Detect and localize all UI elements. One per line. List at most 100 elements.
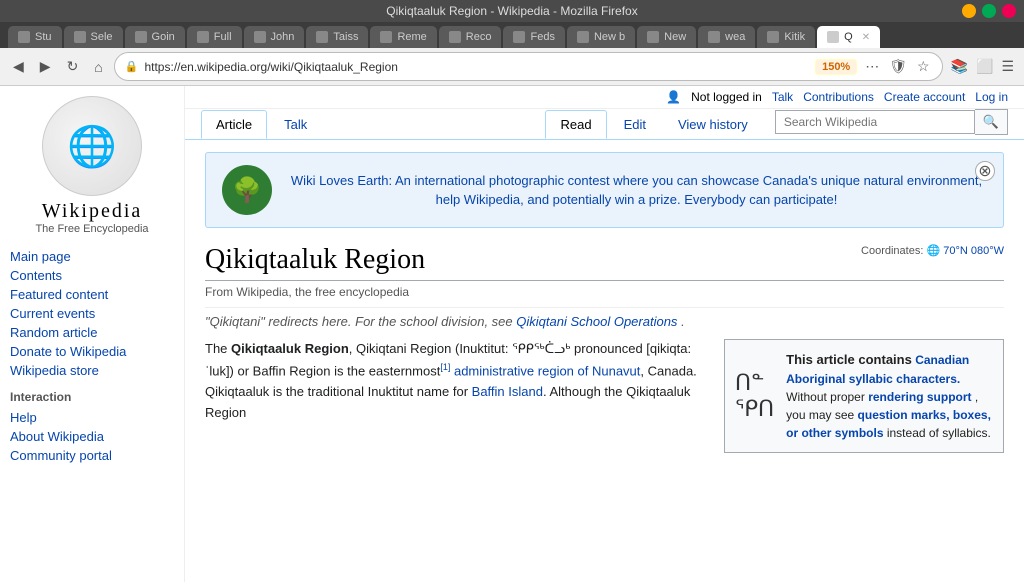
menu-dots-icon[interactable]: ⋯: [863, 56, 881, 77]
refresh-button[interactable]: ↻: [62, 56, 84, 77]
redirect-link[interactable]: Qikiqtani School Operations: [516, 314, 677, 329]
side-box-text3: instead of syllabics.: [887, 426, 991, 440]
side-box-title: This article contains: [786, 352, 912, 367]
tab-edit[interactable]: Edit: [609, 110, 661, 139]
sidebar-item-featured-content[interactable]: Featured content: [10, 285, 174, 304]
article-subtitle: From Wikipedia, the free encyclopedia: [205, 285, 1004, 299]
window-controls: [962, 4, 1016, 18]
lock-icon: 🔒: [125, 60, 139, 73]
tab-reco[interactable]: Reco: [439, 26, 502, 48]
user-icon: 👤: [666, 90, 681, 104]
tab-read[interactable]: Read: [545, 110, 606, 139]
side-box-text1: Without proper: [786, 390, 865, 404]
sidebar-item-donate[interactable]: Donate to Wikipedia: [10, 342, 174, 361]
sidebar-item-help[interactable]: Help: [10, 408, 174, 427]
tab-kitik[interactable]: Kitik: [757, 26, 815, 48]
tab-qiki[interactable]: Q✕: [817, 26, 880, 48]
tab-favicon: [18, 31, 30, 43]
not-logged-in-text: Not logged in: [691, 90, 762, 104]
article-body: 🌳 Wiki Loves Earth: An international pho…: [185, 140, 1024, 444]
talk-link[interactable]: Talk: [772, 90, 793, 104]
tab-stu[interactable]: Stu: [8, 26, 62, 48]
interaction-section-title: Interaction: [10, 390, 174, 404]
wiki-tagline: The Free Encyclopedia: [10, 223, 174, 235]
tab-favicon: [449, 31, 461, 43]
tab-full[interactable]: Full: [187, 26, 242, 48]
tab-close-icon[interactable]: ✕: [862, 32, 870, 43]
sidebar-item-contents[interactable]: Contents: [10, 266, 174, 285]
sidebar-item-about-wikipedia[interactable]: About Wikipedia: [10, 427, 174, 446]
tab-bar: Stu Sele Goin Full John Taiss Reme Reco …: [0, 22, 1024, 48]
wiki-site-name: Wikipedia: [10, 200, 174, 223]
maximize-button[interactable]: [982, 4, 996, 18]
sidebar-item-current-events[interactable]: Current events: [10, 304, 174, 323]
citation-1[interactable]: [1]: [440, 362, 450, 372]
globe-icon: 🌐: [926, 245, 940, 257]
syllabics-side-box: ᑎᓐᕿᑎ This article contains Canadian Abor…: [724, 339, 1004, 453]
wiki-loves-earth-banner: 🌳 Wiki Loves Earth: An international pho…: [205, 152, 1004, 228]
banner-close-button[interactable]: ⊗: [975, 161, 995, 181]
sidebar-item-main-page[interactable]: Main page: [10, 247, 174, 266]
rendering-support-link[interactable]: rendering support: [868, 390, 971, 404]
back-button[interactable]: ◀: [8, 56, 29, 77]
article-bold-name: Qikiqtaaluk Region: [231, 341, 349, 356]
search-button[interactable]: 🔍: [975, 109, 1008, 135]
wiki-page: 🌐 Wikipedia The Free Encyclopedia Main p…: [0, 86, 1024, 582]
tab-taiss[interactable]: Taiss: [306, 26, 368, 48]
tab-favicon-wiki: [827, 31, 839, 43]
main-content: 👤 Not logged in Talk Contributions Creat…: [185, 86, 1024, 582]
tab-favicon: [316, 31, 328, 43]
tab-talk[interactable]: Talk: [269, 110, 322, 139]
address-bar[interactable]: 🔒 https://en.wikipedia.org/wiki/Qikiqtaa…: [114, 52, 943, 81]
log-in-link[interactable]: Log in: [975, 90, 1008, 104]
nav-extra-icons: 📚 ⬜ ☰: [949, 56, 1016, 77]
tab-favicon: [767, 31, 779, 43]
tab-favicon: [380, 31, 392, 43]
redirect-end: .: [681, 314, 685, 329]
para-text-start: The: [205, 341, 231, 356]
sidebar-item-community-portal[interactable]: Community portal: [10, 446, 174, 465]
tab-feds[interactable]: Feds: [503, 26, 564, 48]
tab-wea[interactable]: wea: [698, 26, 755, 48]
tab-john[interactable]: John: [244, 26, 305, 48]
bookmarks-icon[interactable]: 📚: [949, 56, 970, 77]
baffin-island-link[interactable]: Baffin Island: [472, 384, 543, 399]
sidebar-item-wiki-store[interactable]: Wikipedia store: [10, 361, 174, 380]
wiki-logo: 🌐 Wikipedia The Free Encyclopedia: [10, 96, 174, 235]
tab-article[interactable]: Article: [201, 110, 267, 139]
tab-right-group: Read Edit View history 🔍: [545, 109, 1008, 139]
zoom-level[interactable]: 150%: [815, 59, 857, 75]
coordinates-label: Coordinates:: [861, 245, 923, 257]
redirect-text: "Qikiqtani" redirects here. For the scho…: [205, 314, 513, 329]
tab-newb[interactable]: New b: [567, 26, 635, 48]
coordinates-value[interactable]: 70°N 080°W: [943, 245, 1004, 257]
star-icon[interactable]: ☆: [915, 56, 932, 77]
tab-favicon: [74, 31, 86, 43]
sidebar-item-random-article[interactable]: Random article: [10, 323, 174, 342]
minimize-button[interactable]: [962, 4, 976, 18]
banner-text: Wiki Loves Earth: An international photo…: [286, 171, 987, 210]
tab-favicon: [254, 31, 266, 43]
tab-favicon: [513, 31, 525, 43]
forward-button[interactable]: ▶: [35, 56, 56, 77]
settings-icon[interactable]: ☰: [999, 56, 1016, 77]
navigation-bar: ◀ ▶ ↻ ⌂ 🔒 https://en.wikipedia.org/wiki/…: [0, 48, 1024, 86]
wiki-globe-icon: 🌐: [42, 96, 142, 196]
tab-favicon: [135, 31, 147, 43]
syllabics-content: ᑎᓐᕿᑎ This article contains Canadian Abor…: [735, 350, 993, 442]
contributions-link[interactable]: Contributions: [803, 90, 874, 104]
create-account-link[interactable]: Create account: [884, 90, 965, 104]
redirect-note: "Qikiqtani" redirects here. For the scho…: [205, 307, 1004, 329]
nunavut-link[interactable]: administrative region of Nunavut: [454, 363, 640, 378]
tab-reme[interactable]: Reme: [370, 26, 436, 48]
search-input[interactable]: [775, 110, 975, 134]
home-button[interactable]: ⌂: [89, 57, 107, 77]
tab-new[interactable]: New: [637, 26, 696, 48]
tab-view-history[interactable]: View history: [663, 110, 763, 139]
tab-favicon: [647, 31, 659, 43]
tab-goin[interactable]: Goin: [125, 26, 185, 48]
screenshot-icon[interactable]: ⬜: [974, 56, 995, 77]
side-box-text: This article contains Canadian Aborigina…: [786, 350, 993, 442]
close-button[interactable]: [1002, 4, 1016, 18]
tab-sele[interactable]: Sele: [64, 26, 123, 48]
